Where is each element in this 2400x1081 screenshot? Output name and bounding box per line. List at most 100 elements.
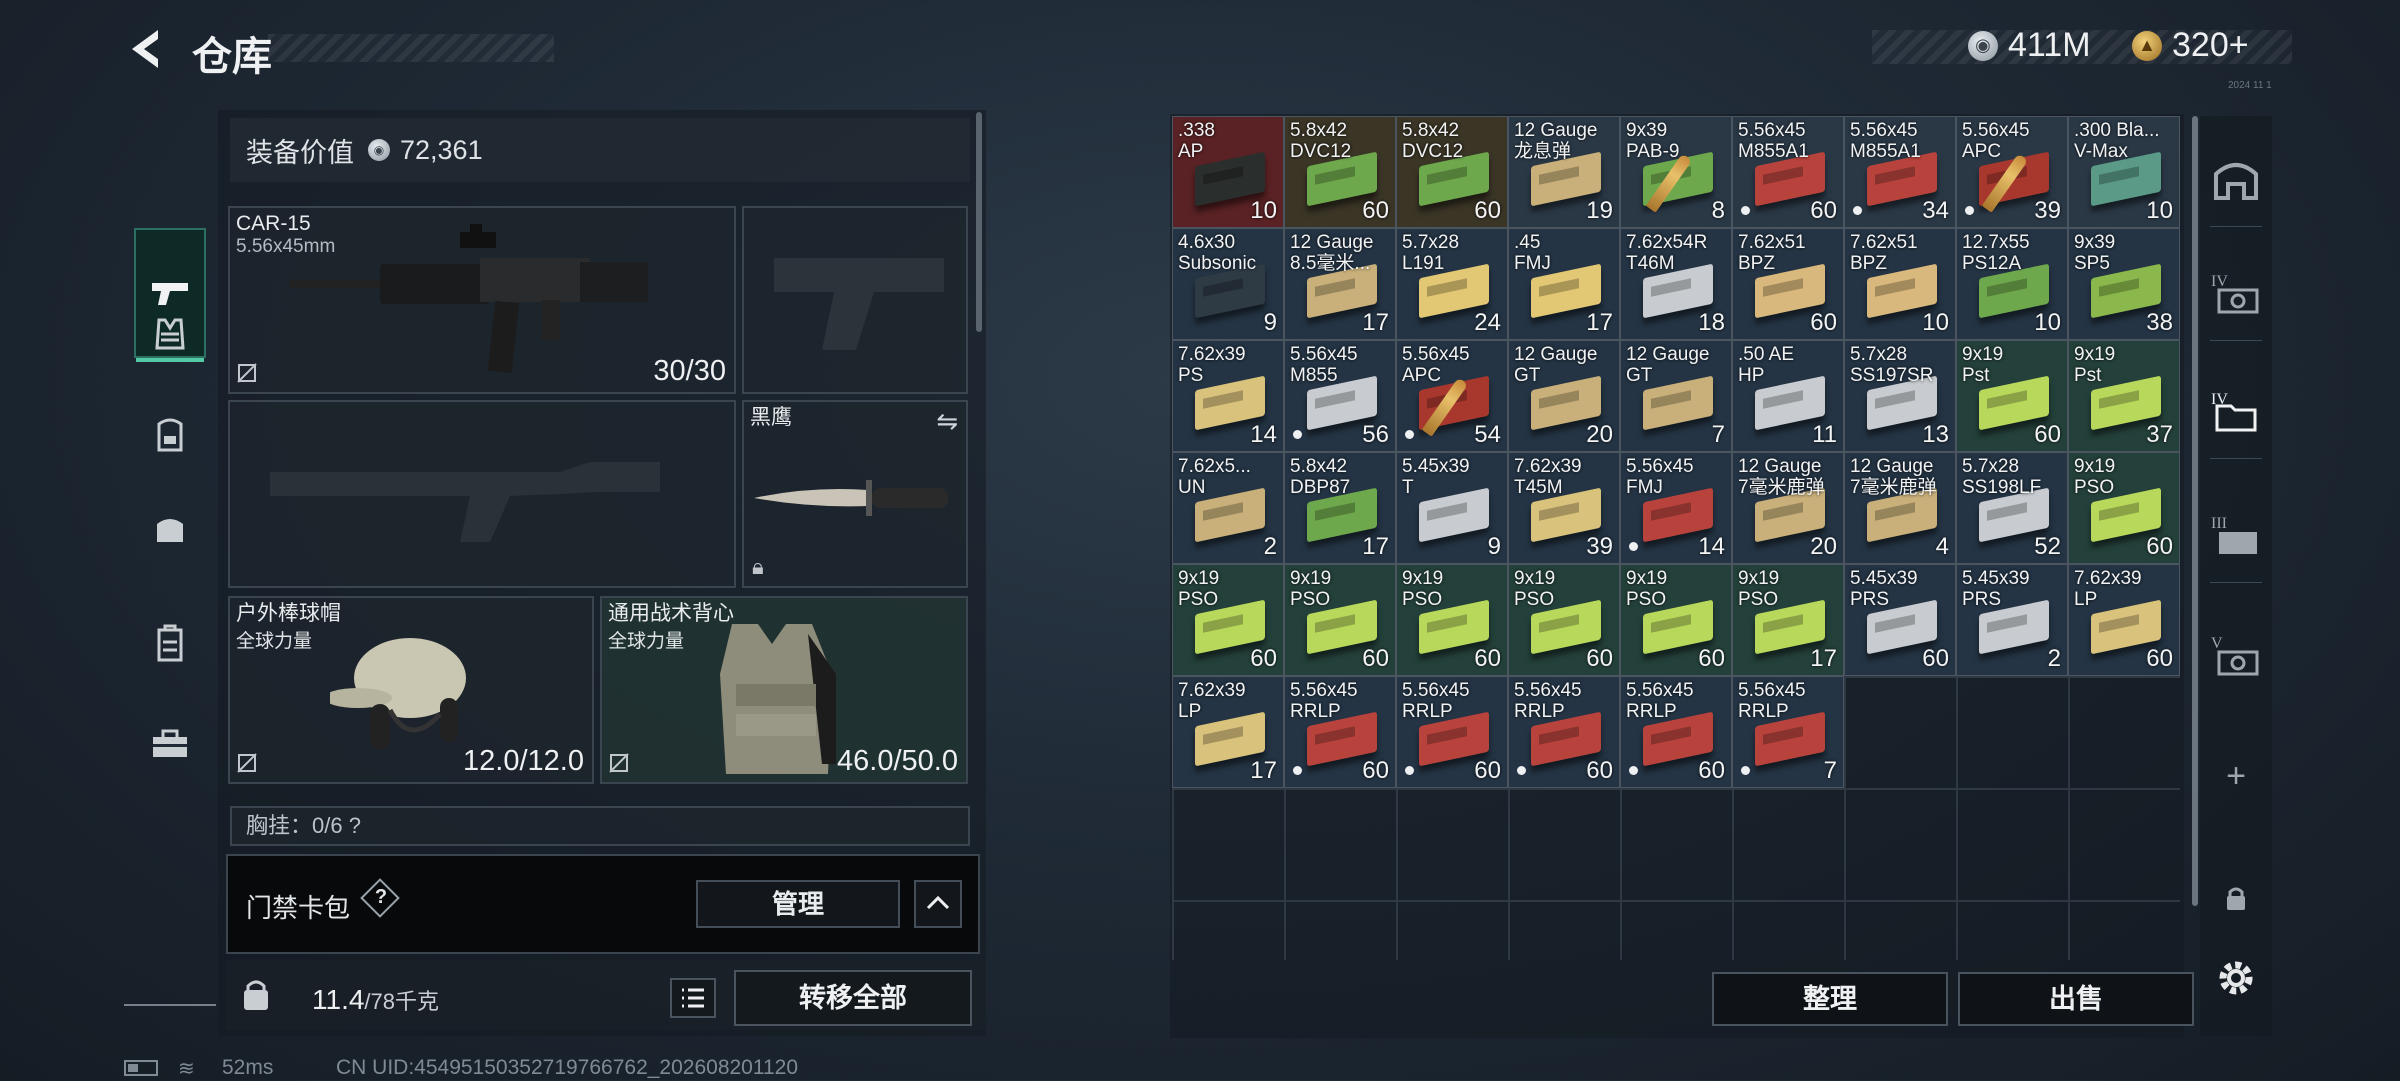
inventory-item[interactable]: 4.6x30 Subsonic 9 — [1172, 228, 1284, 340]
inventory-item[interactable]: 5.56x45 RRLP 7 — [1732, 676, 1844, 788]
inventory-item[interactable]: 5.8x42 DVC12 60 — [1284, 116, 1396, 228]
inventory-item[interactable]: 5.45x39 PRS 2 — [1956, 564, 2068, 676]
sell-button[interactable]: 出售 — [1958, 972, 2194, 1026]
tab-toolbox[interactable] — [134, 708, 206, 780]
inventory-item[interactable]: .45 FMJ 17 — [1508, 228, 1620, 340]
inventory-item[interactable]: 9x19 PSO 17 — [1732, 564, 1844, 676]
item-count: 20 — [1586, 421, 1613, 448]
inventory-item[interactable]: 12.7x55 PS12A 10 — [1956, 228, 2068, 340]
inventory-item[interactable]: 12 Gauge 7毫米鹿弹 4 — [1844, 452, 1956, 564]
sort-button[interactable]: 整理 — [1712, 972, 1948, 1026]
item-count: 60 — [1922, 645, 1949, 672]
item-name: 12.7x55 PS12A — [1962, 232, 2030, 274]
container-tier-v-icon[interactable]: V — [2204, 624, 2268, 688]
item-count: 56 — [1362, 421, 1389, 448]
inventory-item[interactable]: 7.62x39 PS 14 — [1172, 340, 1284, 452]
item-name: 7.62x39 LP — [2074, 568, 2142, 610]
weapon-ammo-count: 30/30 — [653, 355, 726, 387]
container-tier-iv-icon[interactable]: IV — [2204, 262, 2268, 326]
helmet-slot[interactable]: 户外棒球帽 全球力量 12.0/12.0 — [228, 596, 594, 784]
inventory-item[interactable]: 5.56x45 RRLP 60 — [1396, 676, 1508, 788]
inventory-item[interactable]: .50 AE HP 11 — [1732, 340, 1844, 452]
settings-icon[interactable] — [2204, 946, 2268, 1010]
inventory-item[interactable]: 5.7x28 SS197SR 13 — [1844, 340, 1956, 452]
item-count: 60 — [1810, 197, 1837, 224]
inventory-item[interactable]: 5.8x42 DVC12 60 — [1396, 116, 1508, 228]
inventory-item[interactable]: 5.8x42 DBP87 17 — [1284, 452, 1396, 564]
inventory-item[interactable]: 9x19 Pst 37 — [2068, 340, 2180, 452]
inventory-item[interactable]: 12 Gauge 7毫米鹿弹 20 — [1732, 452, 1844, 564]
inventory-item[interactable]: 12 Gauge GT 7 — [1620, 340, 1732, 452]
inventory-item[interactable]: 5.45x39 PRS 60 — [1844, 564, 1956, 676]
container-iv-shape: IV — [2211, 273, 2259, 314]
warehouse-scrollbar[interactable] — [2192, 116, 2198, 906]
tab-case[interactable] — [134, 608, 206, 680]
inventory-item[interactable]: 5.56x45 M855A1 60 — [1732, 116, 1844, 228]
list-view-button[interactable] — [670, 978, 716, 1018]
marked-dot-icon — [1965, 206, 1974, 215]
swap-icon[interactable]: ⇋ — [936, 406, 958, 437]
inventory-item[interactable]: 5.56x45 M855 56 — [1284, 340, 1396, 452]
item-name: 9x19 PSO — [2074, 456, 2116, 498]
inventory-item[interactable]: 7.62x39 LP 17 — [1172, 676, 1284, 788]
inventory-item[interactable]: 5.56x45 APC 54 — [1396, 340, 1508, 452]
inventory-item[interactable]: 5.7x28 L191 24 — [1396, 228, 1508, 340]
item-name: 9x19 PSO — [1738, 568, 1780, 610]
plus-icon[interactable]: + — [2204, 744, 2268, 808]
inventory-item[interactable]: 7.62x5... UN 2 — [1172, 452, 1284, 564]
secondary-rifle-slot[interactable] — [228, 400, 736, 588]
tab-backpack[interactable] — [134, 398, 206, 470]
safe-box-icon[interactable] — [2204, 148, 2268, 212]
equipment-scrollbar[interactable] — [976, 112, 982, 332]
inventory-item[interactable]: 12 Gauge 8.5毫米... 17 — [1284, 228, 1396, 340]
gold-currency[interactable]: ▲ 320+ — [2132, 26, 2249, 65]
armor-slot[interactable]: 通用战术背心 全球力量 46.0/50.0 — [600, 596, 968, 784]
silver-currency[interactable]: ◉ 411M — [1968, 26, 2091, 65]
item-count: 17 — [1362, 309, 1389, 336]
inventory-item[interactable]: 5.56x45 APC 39 — [1956, 116, 2068, 228]
strip-divider — [2210, 226, 2262, 227]
inventory-item[interactable]: 7.62x39 LP 60 — [2068, 564, 2180, 676]
inventory-item[interactable]: 9x39 PAB-9 8 — [1620, 116, 1732, 228]
tab-bag[interactable] — [134, 492, 206, 564]
inventory-item[interactable]: .300 Bla... V-Max 10 — [2068, 116, 2180, 228]
inventory-item[interactable]: 7.62x51 BPZ 60 — [1732, 228, 1844, 340]
back-arrow-icon[interactable] — [124, 26, 170, 72]
inventory-item[interactable]: 12 Gauge 龙息弹 19 — [1508, 116, 1620, 228]
chest-rig-slot[interactable]: 胸挂：0/6 ? — [230, 806, 970, 846]
inventory-item[interactable]: 5.45x39 T 9 — [1396, 452, 1508, 564]
weight-icon — [244, 980, 268, 1010]
inventory-item[interactable]: .338 AP 10 — [1172, 116, 1284, 228]
inventory-item[interactable]: 9x39 SP5 38 — [2068, 228, 2180, 340]
inventory-item[interactable]: 12 Gauge GT 20 — [1508, 340, 1620, 452]
inventory-item[interactable]: 5.56x45 M855A1 34 — [1844, 116, 1956, 228]
inventory-item[interactable]: 5.56x45 RRLP 60 — [1284, 676, 1396, 788]
no-insurance-icon — [237, 753, 257, 773]
helmet-durability: 12.0/12.0 — [463, 745, 584, 777]
inventory-item[interactable]: 9x19 PSO 60 — [1508, 564, 1620, 676]
inventory-item[interactable]: 5.7x28 SS198LF 52 — [1956, 452, 2068, 564]
inventory-item[interactable]: 9x19 PSO 60 — [1172, 564, 1284, 676]
gold-coin-icon: ▲ — [2132, 30, 2162, 61]
inventory-item[interactable]: 9x19 Pst 60 — [1956, 340, 2068, 452]
inventory-item[interactable]: 9x19 PSO 60 — [1396, 564, 1508, 676]
inventory-item[interactable]: 9x19 PSO 60 — [2068, 452, 2180, 564]
inventory-item[interactable]: 7.62x54R T46M 18 — [1620, 228, 1732, 340]
container-tier-iii-icon[interactable]: III — [2204, 504, 2268, 568]
primary-weapon-slot[interactable]: CAR-15 5.56x45mm 30/30 — [228, 206, 736, 394]
melee-slot[interactable]: 黑鹰 ⇋ 🔒︎ — [742, 400, 968, 588]
folder-tier-iv-icon[interactable]: IV — [2204, 380, 2268, 444]
manage-button[interactable]: 管理 — [696, 880, 900, 928]
marked-dot-icon — [1741, 766, 1750, 775]
transfer-all-button[interactable]: 转移全部 — [734, 970, 972, 1026]
inventory-item[interactable]: 5.56x45 RRLP 60 — [1620, 676, 1732, 788]
inventory-item[interactable]: 5.56x45 FMJ 14 — [1620, 452, 1732, 564]
inventory-item[interactable]: 7.62x51 BPZ 10 — [1844, 228, 1956, 340]
expand-button[interactable] — [914, 880, 962, 928]
tab-chest-rig[interactable] — [134, 298, 206, 370]
inventory-item[interactable]: 9x19 PSO 60 — [1284, 564, 1396, 676]
inventory-item[interactable]: 5.56x45 RRLP 60 — [1508, 676, 1620, 788]
inventory-item[interactable]: 7.62x39 T45M 39 — [1508, 452, 1620, 564]
secondary-weapon-slot[interactable] — [742, 206, 968, 394]
inventory-item[interactable]: 9x19 PSO 60 — [1620, 564, 1732, 676]
